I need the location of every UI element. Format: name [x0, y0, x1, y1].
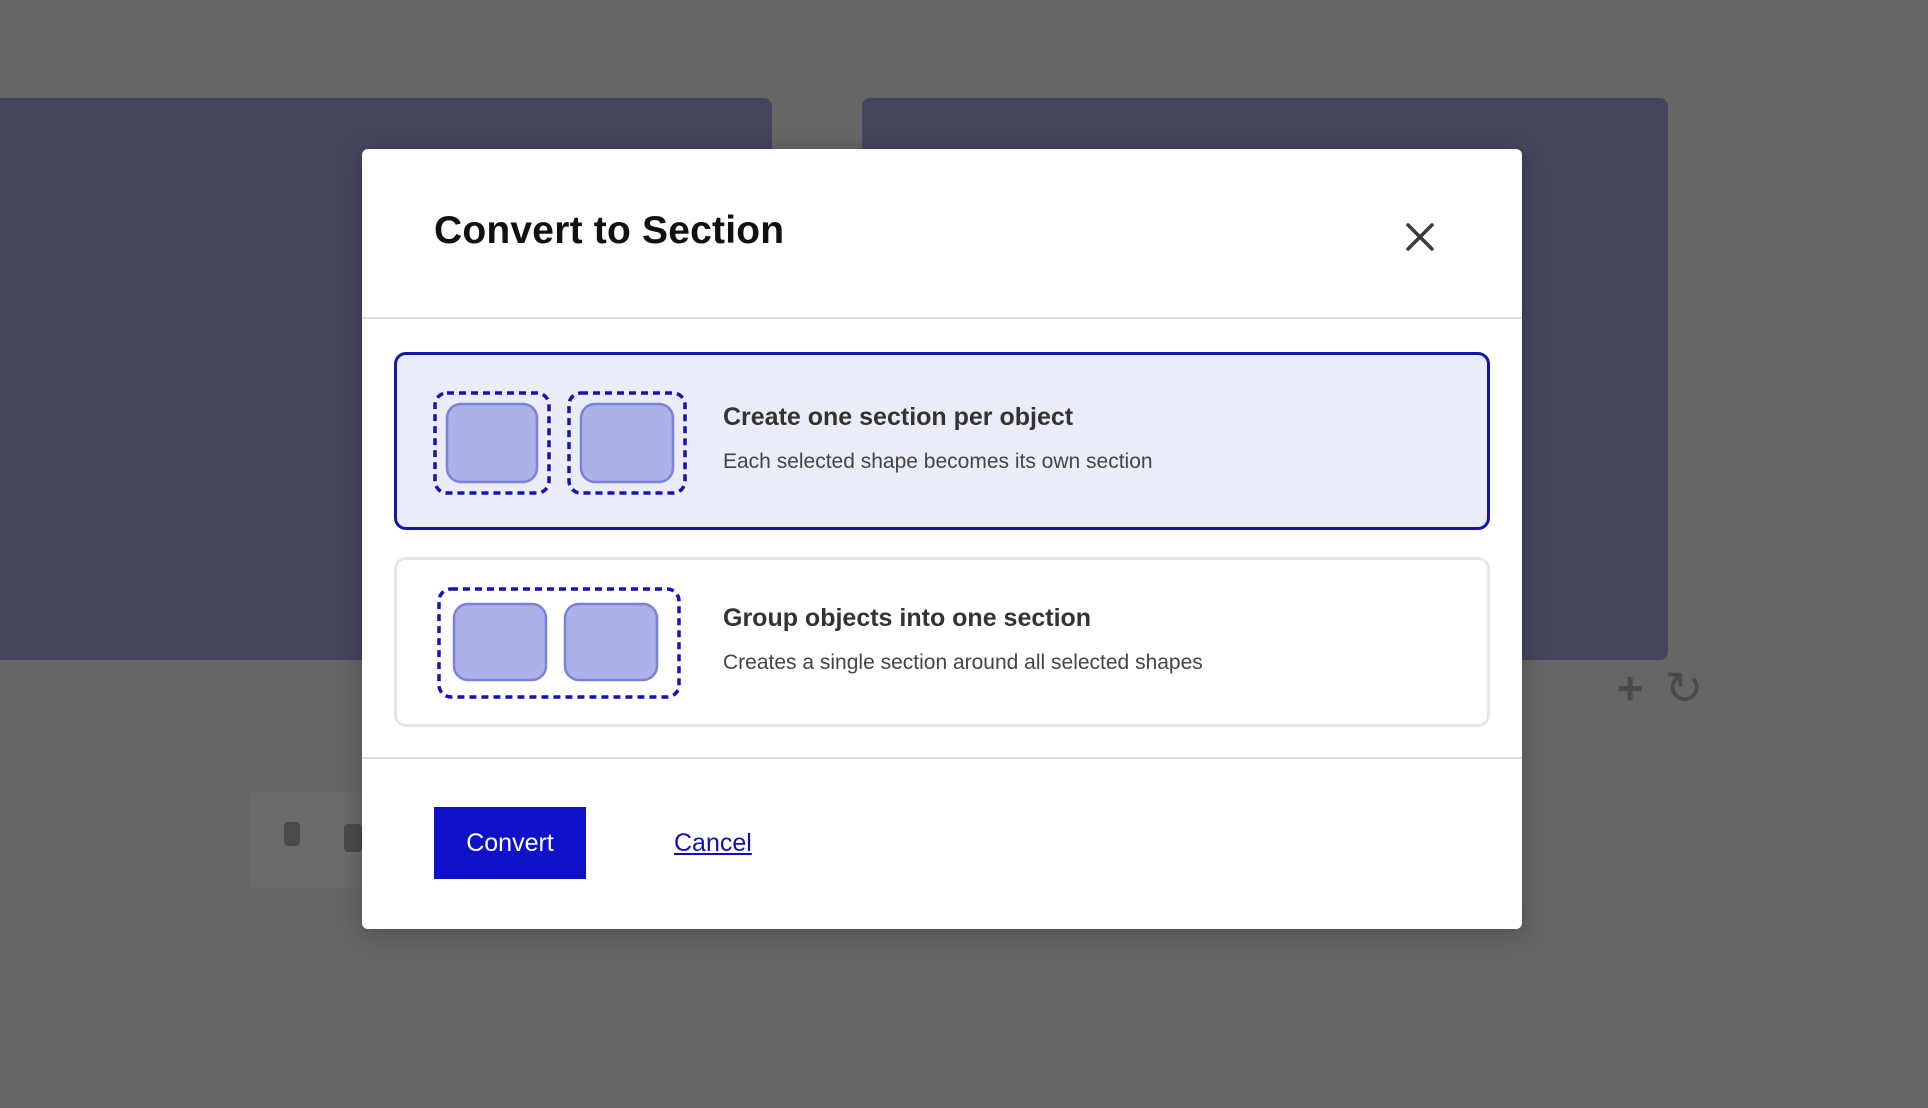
option-group-into-one-section[interactable]: Group objects into one section Creates a…	[394, 557, 1490, 727]
dialog-footer: Convert Cancel	[362, 759, 1522, 929]
option-title: Create one section per object	[723, 403, 1074, 431]
dialog-title: Convert to Section	[434, 209, 785, 252]
background-plus-icon: +	[1616, 662, 1644, 714]
convert-button[interactable]: Convert	[434, 807, 586, 879]
background-toolbar-icon	[284, 822, 300, 846]
option-one-section-per-object[interactable]: Create one section per object Each selec…	[394, 352, 1490, 530]
separate-sections-icon	[433, 391, 689, 495]
background-toolbar-icon	[344, 824, 362, 852]
background-rotate-icon: ↻	[1664, 662, 1704, 714]
option-description: Creates a single section around all sele…	[723, 651, 1203, 674]
convert-to-section-dialog: Convert to Section Create one section pe…	[362, 149, 1522, 929]
option-text: Group objects into one section Creates a…	[723, 604, 1203, 675]
option-description: Each selected shape becomes its own sect…	[723, 450, 1153, 473]
option-text: Create one section per object Each selec…	[723, 403, 1153, 474]
dialog-header: Convert to Section	[362, 149, 1522, 317]
close-button[interactable]	[1392, 209, 1448, 265]
conversion-options: Create one section per object Each selec…	[362, 319, 1522, 757]
cancel-link[interactable]: Cancel	[674, 829, 752, 858]
option-title: Group objects into one section	[723, 604, 1092, 632]
close-icon	[1406, 223, 1434, 251]
grouped-section-icon	[433, 587, 689, 699]
